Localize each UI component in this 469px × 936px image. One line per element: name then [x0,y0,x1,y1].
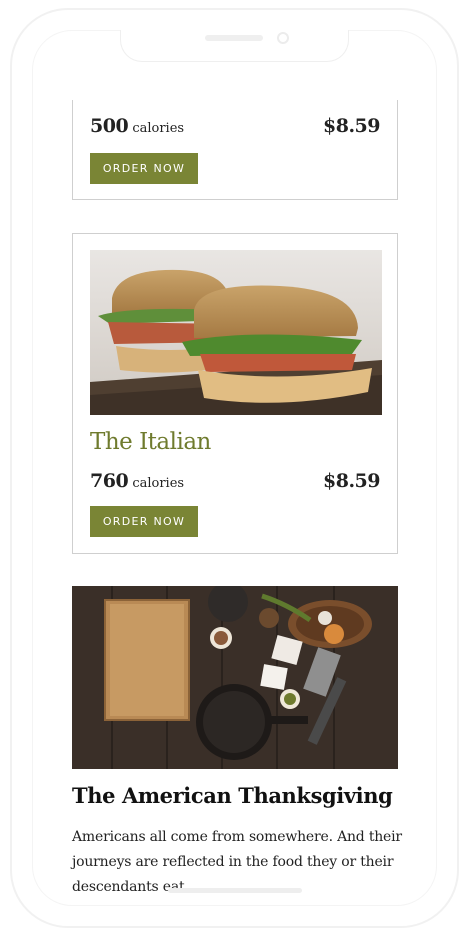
menu-item-card: 500 calories $8.59 ORDER NOW [72,100,398,200]
menu-screen[interactable]: 500 calories $8.59 ORDER NOW The Italian… [36,100,433,900]
price-label: $8.59 [323,115,381,137]
order-now-button[interactable]: ORDER NOW [90,153,198,184]
sandwich-image [90,250,382,415]
thanksgiving-kitchen-image [72,586,398,769]
camera-icon [277,32,289,44]
item-title: The Italian [90,429,211,455]
menu-item-card: The Italian 760 calories $8.59 ORDER NOW [72,233,398,554]
speaker-icon [205,35,263,41]
price-label: $8.59 [323,470,381,492]
article-title: The American Thanksgiving [72,783,393,808]
home-indicator[interactable] [168,888,302,893]
calories-label: 500 calories [90,115,185,137]
order-now-button[interactable]: ORDER NOW [90,506,198,537]
calories-label: 760 calories [90,470,185,492]
